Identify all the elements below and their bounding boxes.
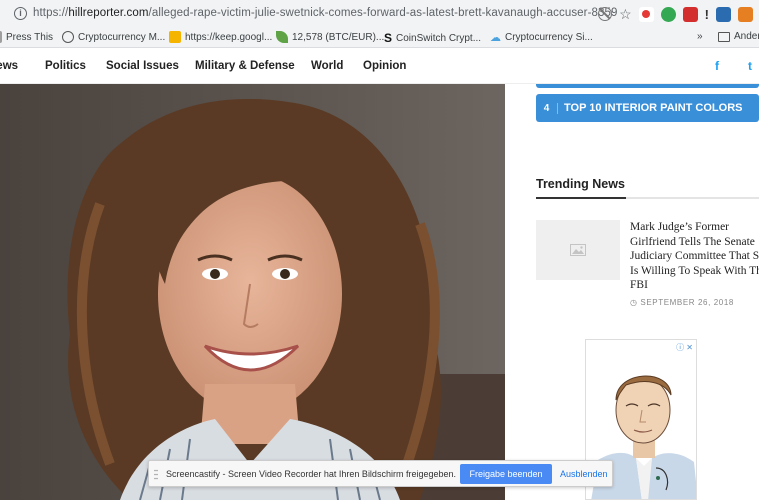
drag-handle-icon[interactable]: [154, 469, 158, 480]
trending-divider: [536, 197, 759, 199]
cryptocurrency-icon: [62, 31, 74, 43]
stop-sharing-button[interactable]: Freigabe beenden: [460, 464, 552, 484]
article-hero-image: [0, 84, 505, 500]
folder-icon: [718, 31, 730, 42]
bookmark-label: Press This: [6, 31, 54, 43]
url-path: /alleged-rape-victim-julie-swetnick-come…: [148, 7, 618, 19]
bookmark-press-this[interactable]: Press This: [0, 31, 53, 43]
bookmark-label: https://keep.googl...: [185, 31, 273, 43]
bookmark-cryptocurrency-si[interactable]: ☁ Cryptocurrency Si...: [490, 31, 593, 44]
nav-military-defense[interactable]: Military & Defense: [195, 60, 295, 72]
bookmarks-bar: Press This Cryptocurrency M... https://k…: [0, 28, 759, 48]
article-thumbnail[interactable]: [536, 220, 620, 280]
trending-article-title[interactable]: Mark Judge’s Former Girlfriend Tells The…: [630, 220, 759, 293]
block-icon[interactable]: [598, 7, 613, 21]
hide-banner-button[interactable]: Ausblenden: [560, 469, 608, 479]
cloud-icon: ☁: [490, 32, 501, 44]
image-placeholder-icon: [570, 244, 586, 256]
bookmark-other-folder[interactable]: Andere: [718, 31, 759, 42]
extension-blue-icon[interactable]: [716, 6, 731, 22]
alert-icon[interactable]: !: [705, 7, 709, 22]
bookmark-label: CoinSwitch Crypt...: [396, 32, 482, 44]
url-host: hillreporter.com: [68, 7, 149, 19]
browser-address-bar: i https://hillreporter.com/alleged-rape-…: [0, 0, 759, 28]
nav-news[interactable]: News: [0, 60, 18, 72]
site-info-icon[interactable]: i: [14, 7, 27, 20]
article-date-text: SEPTEMBER 26, 2018: [640, 298, 734, 307]
extension-red-icon[interactable]: [638, 6, 654, 22]
bookmark-coinswitch[interactable]: S CoinSwitch Crypt...: [384, 31, 481, 45]
bookmark-label: Andere: [734, 31, 759, 42]
nav-social-issues[interactable]: Social Issues: [106, 60, 179, 72]
coinswitch-icon: S: [384, 31, 393, 45]
extension-multicolor-icon[interactable]: [660, 6, 676, 22]
twitter-icon[interactable]: t: [748, 59, 752, 73]
bookmark-btc-eur[interactable]: 12,578 (BTC/EUR)...: [276, 31, 384, 43]
list-item-edge: [536, 84, 759, 88]
bookmark-label: 12,578 (BTC/EUR)...: [292, 31, 385, 43]
extension-icons: ☆ !: [598, 4, 759, 24]
overflow-chevron-icon: »: [697, 31, 703, 42]
nav-opinion[interactable]: Opinion: [363, 60, 406, 72]
ad-choices-icon[interactable]: ⓘ ✕: [676, 342, 693, 353]
trending-news-heading: Trending News: [536, 177, 625, 191]
clock-icon: ◷: [630, 298, 638, 307]
nav-politics[interactable]: Politics: [45, 60, 86, 72]
nav-world[interactable]: World: [311, 60, 343, 72]
screen-share-banner: Screencastify - Screen Video Recorder ha…: [148, 460, 613, 487]
url-field[interactable]: https://hillreporter.com/alleged-rape-vi…: [33, 7, 618, 19]
list-item-label: TOP 10 INTERIOR PAINT COLORS: [564, 102, 743, 114]
extension-orange-icon[interactable]: [738, 6, 753, 22]
portrait-illustration: [0, 84, 505, 500]
site-navigation: News Politics Social Issues Military & D…: [0, 49, 759, 84]
url-scheme: https://: [33, 7, 69, 19]
article-date: ◷ SEPTEMBER 26, 2018: [630, 298, 734, 307]
google-keep-icon: [169, 31, 181, 43]
bookmark-google-keep[interactable]: https://keep.googl...: [169, 31, 272, 43]
bookmark-star-icon[interactable]: ☆: [619, 6, 632, 23]
bookmarks-overflow-button[interactable]: »: [697, 31, 703, 42]
leaf-icon: [276, 31, 288, 43]
press-this-icon: [0, 31, 2, 43]
top-list-item[interactable]: 4 TOP 10 INTERIOR PAINT COLORS: [536, 94, 759, 122]
screen-share-message: Screencastify - Screen Video Recorder ha…: [166, 469, 456, 479]
bookmark-cryptocurrency[interactable]: Cryptocurrency M...: [62, 31, 165, 43]
facebook-icon[interactable]: f: [715, 59, 719, 73]
bookmark-label: Cryptocurrency Si...: [505, 32, 593, 43]
bookmark-label: Cryptocurrency M...: [78, 31, 166, 43]
list-item-number: 4: [536, 102, 558, 114]
extension-red-square-icon[interactable]: [682, 6, 698, 22]
